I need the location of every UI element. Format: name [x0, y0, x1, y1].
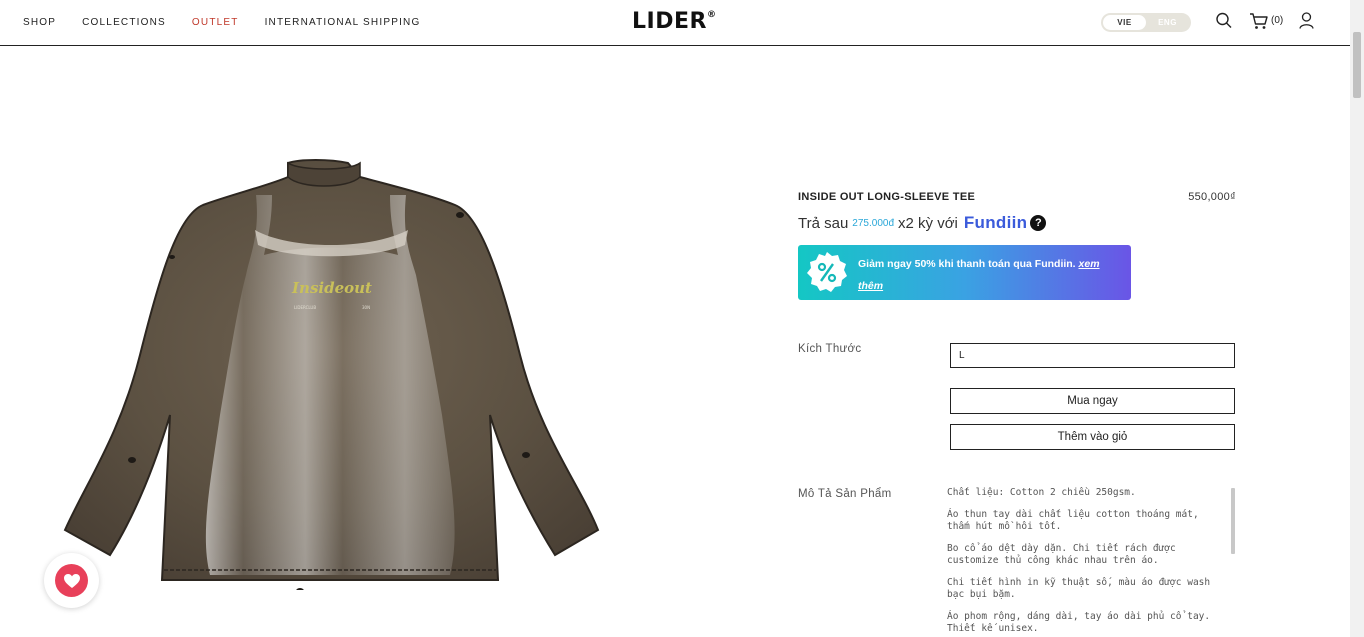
product-image[interactable]: Insideout LIDERCLUB 30N: [60, 155, 605, 590]
size-select[interactable]: L: [950, 343, 1235, 368]
cart-icon[interactable]: [1249, 12, 1269, 30]
print-logo-text: Insideout: [291, 279, 372, 297]
description-label: Mô Tả Sản Phẩm: [798, 488, 892, 500]
description-scrollbar[interactable]: [1231, 488, 1235, 554]
description-paragraph: Áo thun tay dài chất liệu cotton thoáng …: [947, 509, 1199, 532]
wishlist-circle: [55, 564, 88, 597]
logo-registered-mark: ®: [706, 10, 717, 20]
site-logo[interactable]: LIDER®: [632, 9, 716, 34]
description-paragraph: Chi tiết hình in kỹ thuật số, màu áo đượ…: [947, 577, 1211, 600]
description-paragraph: Áo phom rộng, dáng dài, tay áo dài phủ c…: [947, 611, 1211, 634]
buy-now-button[interactable]: Mua ngay: [950, 388, 1235, 414]
pay-later-amount: 275.000đ: [852, 217, 895, 229]
cart-count[interactable]: (0): [1271, 15, 1283, 26]
fundiin-logo: Fundiin: [963, 213, 1028, 232]
nav-collections[interactable]: COLLECTIONS: [82, 17, 166, 28]
product-title: INSIDE OUT LONG-SLEEVE TEE: [798, 191, 976, 203]
nav-outlet[interactable]: OUTLET: [192, 17, 239, 28]
nav-shop[interactable]: SHOP: [23, 17, 56, 28]
page-scrollbar-thumb[interactable]: [1353, 32, 1361, 98]
pay-later-suffix: x2 kỳ với: [898, 214, 958, 232]
promo-text-block: Giảm ngay 50% khi thanh toán qua Fundiin…: [858, 253, 1124, 297]
product-description[interactable]: Chất liệu: Cotton 2 chiều 250gsm. Áo thu…: [947, 487, 1217, 637]
search-icon[interactable]: [1216, 12, 1232, 30]
wishlist-button[interactable]: [44, 553, 99, 608]
user-icon[interactable]: [1299, 12, 1314, 29]
lang-vie[interactable]: VIE: [1103, 15, 1146, 30]
fundiin-promo-banner[interactable]: Giảm ngay 50% khi thanh toán qua Fundiin…: [798, 245, 1131, 300]
product-price: 550,000₫: [1188, 191, 1236, 203]
language-toggle[interactable]: VIE ENG: [1101, 13, 1191, 32]
main-nav: SHOP COLLECTIONS OUTLET INTERNATIONAL SH…: [23, 17, 446, 28]
nav-international-shipping[interactable]: INTERNATIONAL SHIPPING: [265, 17, 421, 28]
percent-badge-icon: [807, 252, 847, 292]
description-paragraph: Chất liệu: Cotton 2 chiều 250gsm.: [947, 487, 1136, 498]
size-label: Kích Thước: [798, 343, 862, 355]
add-to-cart-button[interactable]: Thêm vào giỏ: [950, 424, 1235, 450]
help-icon[interactable]: ?: [1030, 215, 1047, 231]
lang-eng[interactable]: ENG: [1146, 15, 1189, 30]
description-paragraph: Bo cổ áo dệt dày dặn. Chi tiết rách được…: [947, 543, 1176, 566]
site-header: SHOP COLLECTIONS OUTLET INTERNATIONAL SH…: [0, 0, 1350, 46]
pay-later-prefix: Trả sau: [798, 214, 849, 232]
promo-text: Giảm ngay 50% khi thanh toán qua Fundiin…: [858, 258, 1076, 270]
page-scrollbar[interactable]: [1350, 0, 1364, 637]
pay-later-info: Trả sau 275.000đ x2 kỳ với Fundiin ?: [798, 213, 1047, 233]
logo-text: LIDER: [632, 9, 707, 34]
heart-icon: [63, 573, 80, 588]
print-small-left: LIDERCLUB: [294, 305, 316, 310]
print-small-right: 30N: [362, 305, 370, 310]
